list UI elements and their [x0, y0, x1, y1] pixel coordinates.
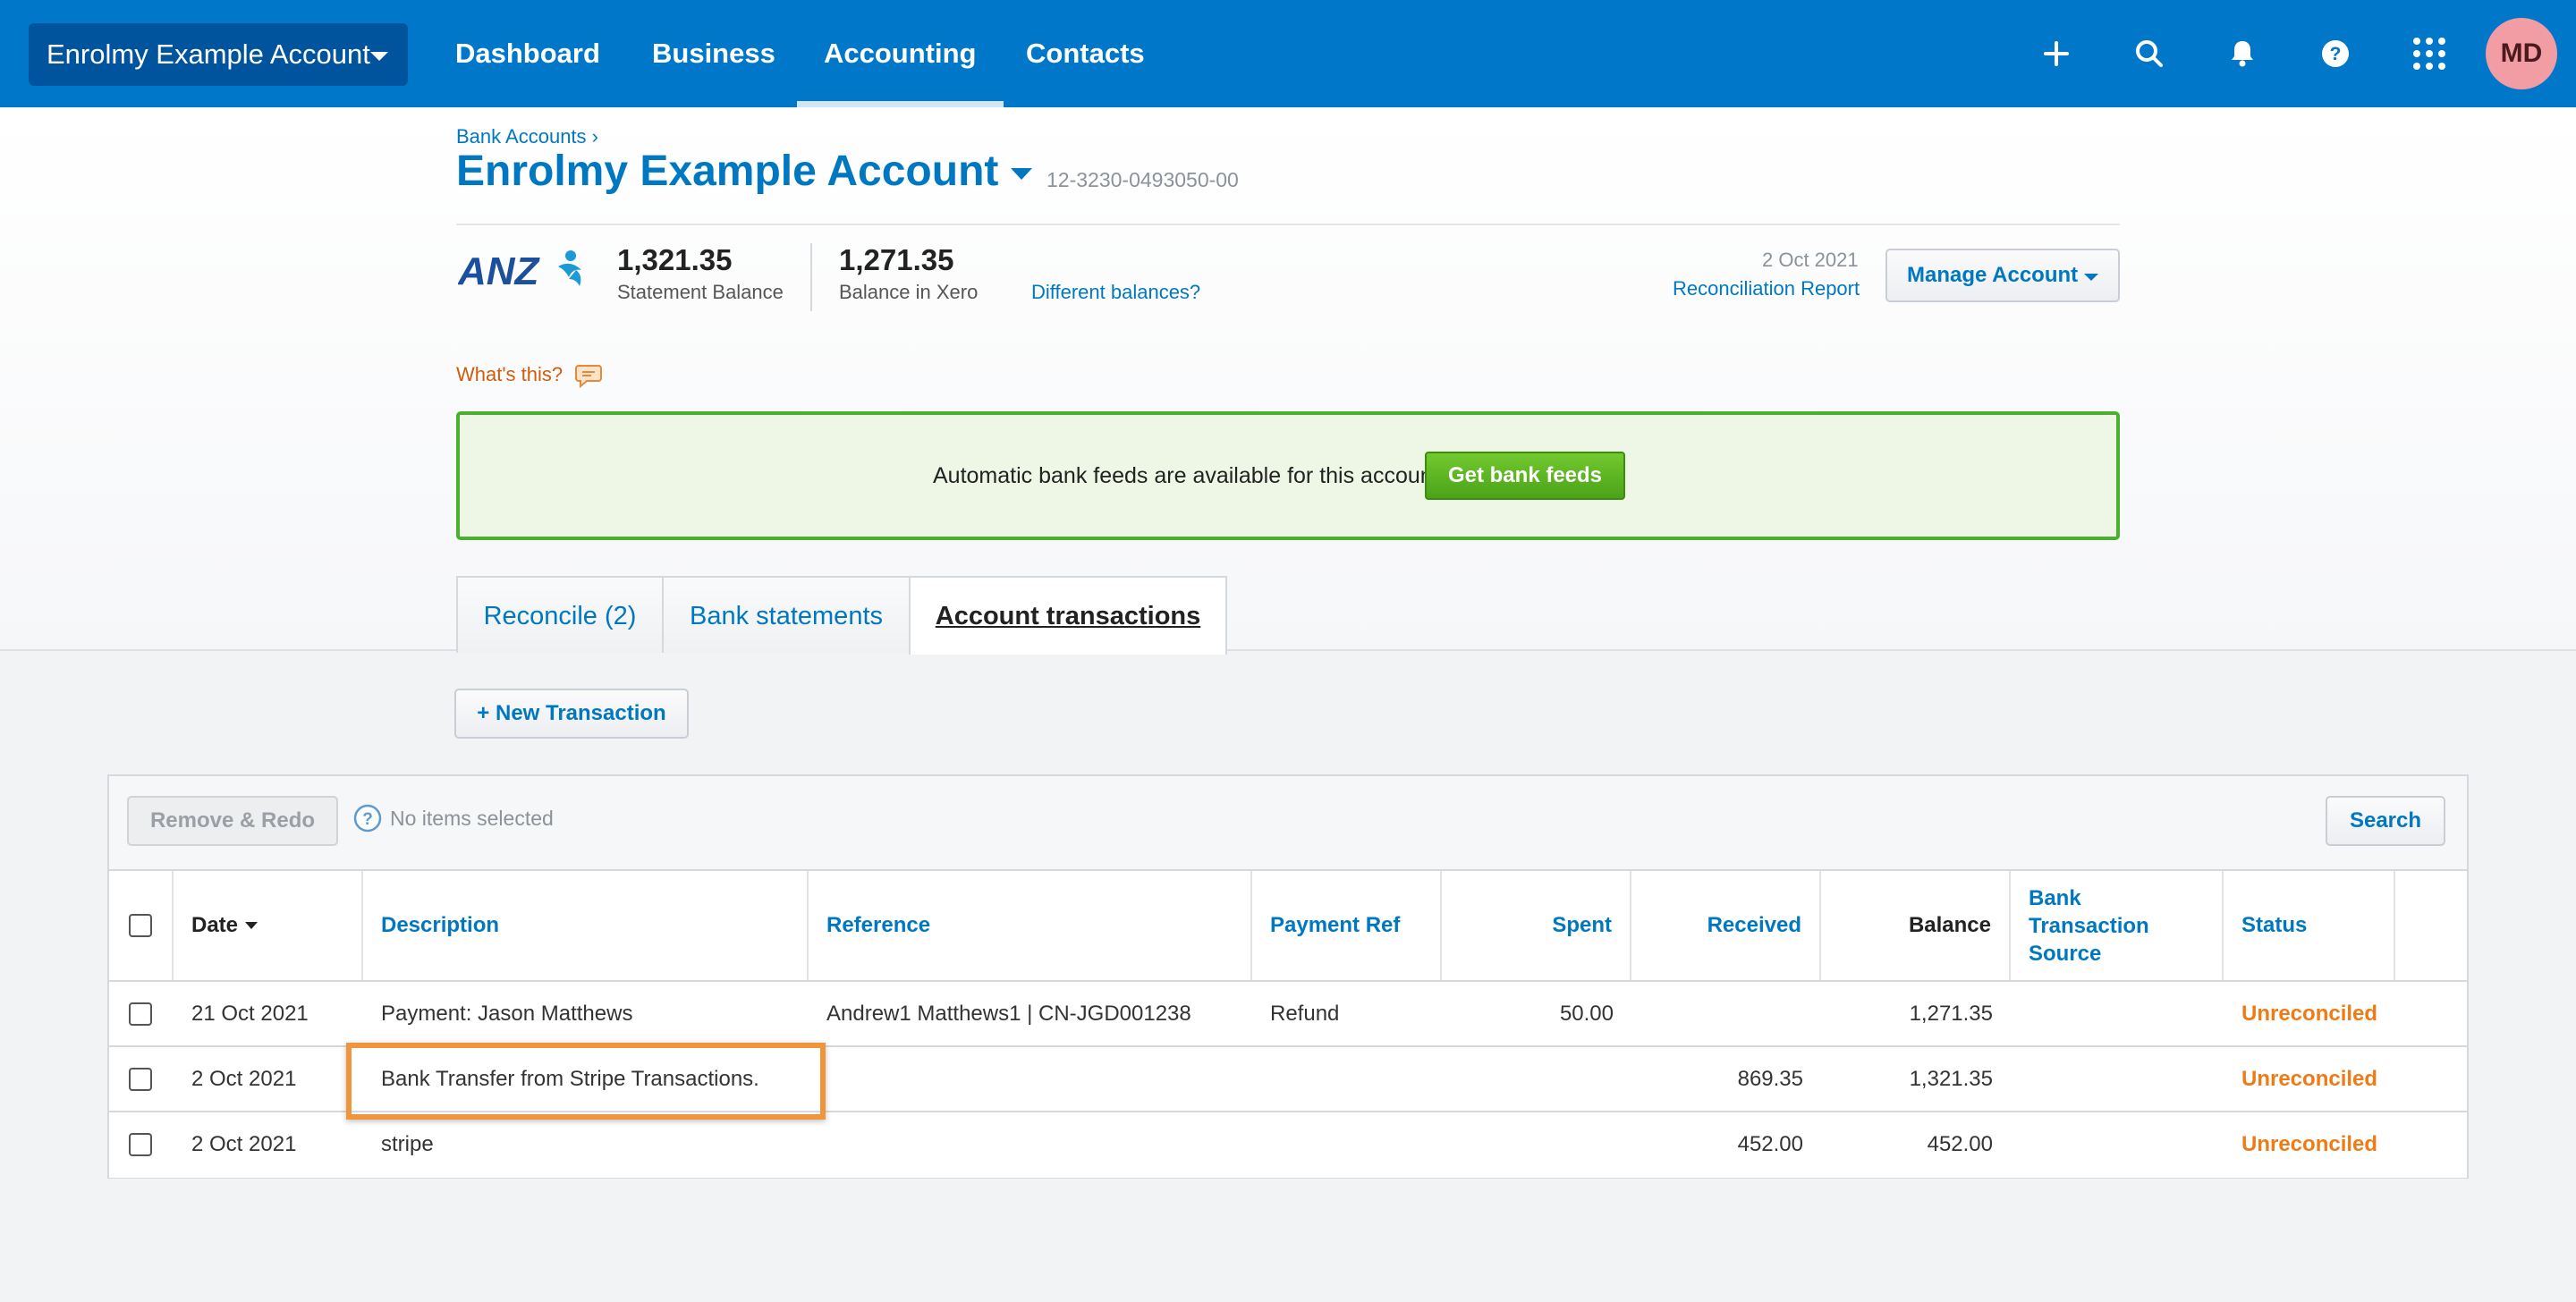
table-row[interactable]: 2 Oct 2021 stripe 452.00 452.00 Unreconc… [109, 1112, 2467, 1178]
row-date: 2 Oct 2021 [191, 1132, 297, 1156]
chevron-down-icon [370, 52, 388, 61]
divider [810, 243, 812, 311]
reconciliation-report-link[interactable]: Reconciliation Report [1673, 277, 1860, 300]
row-checkbox[interactable] [129, 1068, 152, 1091]
row-date: 2 Oct 2021 [191, 1067, 297, 1091]
column-date[interactable]: Date [174, 871, 363, 980]
row-date: 21 Oct 2021 [191, 1002, 309, 1026]
selection-status: No items selected [390, 807, 554, 830]
page-title[interactable]: Enrolmy Example Account [456, 147, 998, 196]
tab-reconcile[interactable]: Reconcile (2) [456, 576, 664, 653]
top-navigation-bar: Enrolmy Example Account Dashboard Busine… [0, 0, 2576, 107]
reconciliation-date: 2 Oct 2021 [1762, 249, 1859, 271]
row-received: 452.00 [1737, 1132, 1803, 1156]
sort-desc-icon [245, 922, 258, 929]
row-description-link[interactable]: Bank Transfer from Stripe Transactions. [363, 1047, 809, 1112]
statement-balance-label: Statement Balance [617, 281, 784, 303]
statement-balance-value: 1,321.35 [617, 243, 733, 276]
table-row[interactable]: 21 Oct 2021 Payment: Jason Matthews Andr… [109, 982, 2467, 1047]
column-payment-ref[interactable]: Payment Ref [1252, 871, 1442, 980]
row-balance: 452.00 [1927, 1132, 1993, 1156]
row-received [1631, 982, 1821, 1046]
header-select-cell [109, 871, 174, 980]
bank-feed-message: Automatic bank feeds are available for t… [933, 463, 1439, 488]
row-spent [1442, 1112, 1631, 1177]
chevron-down-icon [2084, 274, 2098, 281]
row-checkbox[interactable] [129, 1002, 152, 1026]
row-source [2011, 982, 2224, 1046]
column-spent[interactable]: Spent [1442, 871, 1631, 980]
organisation-switcher[interactable]: Enrolmy Example Account [29, 23, 408, 86]
search-icon[interactable] [2128, 32, 2171, 75]
row-reference [809, 1047, 1252, 1112]
select-all-checkbox[interactable] [129, 914, 152, 937]
account-header [0, 107, 2576, 651]
column-description[interactable]: Description [363, 871, 809, 980]
breadcrumb-bank-accounts[interactable]: Bank Accounts › [456, 125, 598, 148]
help-icon[interactable]: ? [352, 803, 383, 833]
apps-grid-icon[interactable] [2408, 32, 2451, 75]
xero-balance-label: Balance in Xero [839, 281, 979, 303]
row-description-link[interactable]: Payment: Jason Matthews [363, 982, 809, 1046]
row-checkbox[interactable] [129, 1133, 152, 1156]
row-status: Unreconciled [2241, 1002, 2378, 1026]
svg-text:?: ? [2330, 44, 2342, 64]
row-reference: Andrew1 Matthews1 | CN-JGD001238 [826, 1002, 1191, 1026]
row-status: Unreconciled [2241, 1132, 2378, 1156]
divider [456, 224, 2120, 225]
column-status[interactable]: Status [2224, 871, 2395, 980]
grid-toolbar: Remove & Redo ? No items selected Search [109, 776, 2467, 871]
svg-text:ANZ: ANZ [458, 249, 541, 293]
tab-bank-statements[interactable]: Bank statements [662, 576, 911, 653]
row-spent: 50.00 [1559, 1002, 1614, 1026]
different-balances-link[interactable]: Different balances? [1031, 281, 1200, 304]
new-transaction-button[interactable]: + New Transaction [454, 689, 689, 739]
search-button[interactable]: Search [2326, 796, 2445, 846]
row-status: Unreconciled [2241, 1067, 2378, 1091]
get-bank-feeds-button[interactable]: Get bank feeds [1425, 452, 1625, 500]
speech-bubble-icon [575, 365, 603, 389]
user-avatar[interactable]: MD [2486, 18, 2557, 89]
whats-this-link[interactable]: What's this? [456, 363, 603, 389]
row-balance: 1,321.35 [1909, 1067, 1993, 1091]
row-source [2011, 1112, 2224, 1177]
row-payment-ref [1252, 1047, 1442, 1112]
table-row[interactable]: 2 Oct 2021 Bank Transfer from Stripe Tra… [109, 1047, 2467, 1112]
xero-balance-value: 1,271.35 [839, 243, 954, 276]
column-spacer [2395, 871, 2467, 980]
row-balance: 1,271.35 [1909, 1002, 1993, 1026]
nav-business[interactable]: Business [652, 0, 775, 107]
row-payment-ref [1252, 1112, 1442, 1177]
help-icon[interactable]: ? [2314, 32, 2357, 75]
row-reference [809, 1112, 1252, 1177]
row-received: 869.35 [1737, 1067, 1803, 1091]
manage-account-label: Manage Account [1907, 263, 2079, 287]
transactions-grid: Remove & Redo ? No items selected Search… [107, 774, 2469, 1179]
table-header: Date Description Reference Payment Ref S… [109, 871, 2467, 982]
svg-text:?: ? [362, 810, 373, 829]
manage-account-button[interactable]: Manage Account [1885, 249, 2120, 302]
nav-dashboard[interactable]: Dashboard [455, 0, 600, 107]
remove-redo-button[interactable]: Remove & Redo [127, 796, 338, 846]
row-source [2011, 1047, 2224, 1112]
organisation-name: Enrolmy Example Account [47, 38, 370, 70]
row-spent [1442, 1047, 1631, 1112]
anz-bank-logo: ANZ [458, 249, 581, 293]
column-reference[interactable]: Reference [809, 871, 1252, 980]
account-number: 12-3230-0493050-00 [1046, 168, 1239, 191]
chevron-down-icon[interactable] [1011, 168, 1032, 180]
bell-icon[interactable] [2221, 32, 2264, 75]
nav-accounting[interactable]: Accounting [797, 0, 1003, 107]
nav-contacts[interactable]: Contacts [1026, 0, 1145, 107]
row-payment-ref: Refund [1270, 1002, 1340, 1026]
column-bank-transaction-source[interactable]: Bank Transaction Source [2011, 871, 2224, 980]
plus-icon[interactable] [2035, 32, 2078, 75]
tab-account-transactions[interactable]: Account transactions [909, 576, 1227, 655]
column-balance[interactable]: Balance [1821, 871, 2011, 980]
row-description-link[interactable]: stripe [363, 1112, 809, 1177]
column-received[interactable]: Received [1631, 871, 1821, 980]
